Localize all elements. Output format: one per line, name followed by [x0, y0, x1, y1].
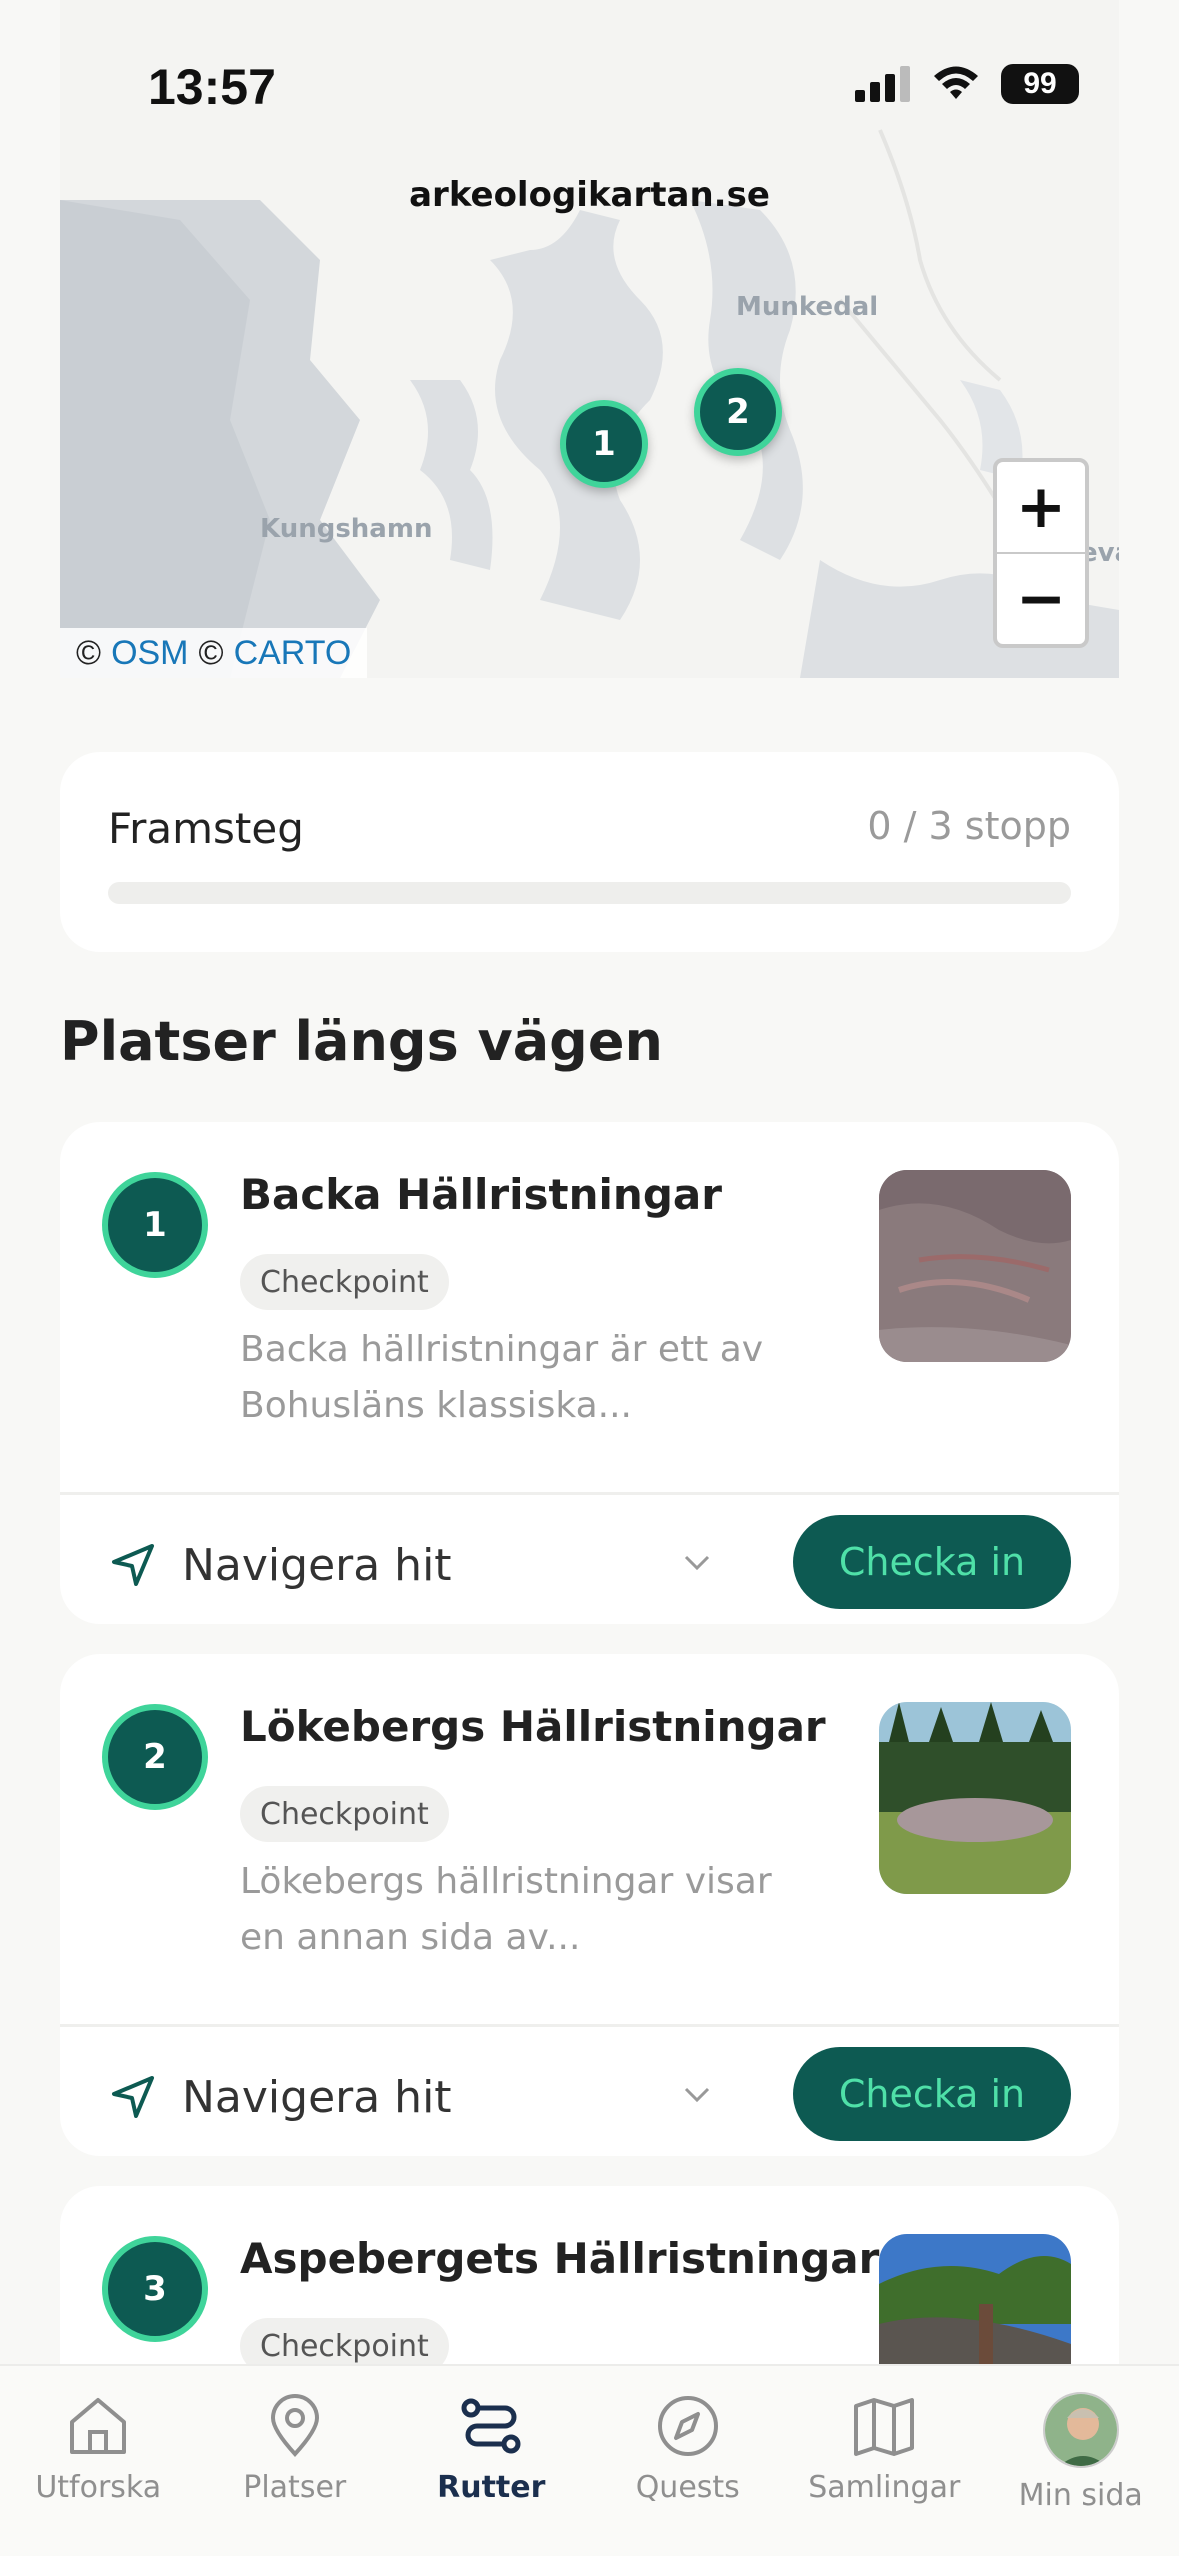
- attribution-copyright: ©: [76, 633, 102, 672]
- status-time: 13:57: [148, 59, 276, 115]
- progress-count: 0 / 3 stopp: [867, 804, 1071, 848]
- nav-label: Quests: [635, 2470, 740, 2505]
- place-number-badge: 1: [102, 1172, 208, 1278]
- carto-link[interactable]: CARTO: [234, 634, 352, 673]
- profile-photo: [1044, 2394, 1117, 2466]
- battery-indicator: 99: [1001, 64, 1079, 104]
- nav-label: Rutter: [437, 2470, 546, 2505]
- zoom-in-button[interactable]: +: [997, 462, 1085, 552]
- chevron-down-icon[interactable]: [680, 1545, 714, 1579]
- place-number-badge: 3: [102, 2236, 208, 2342]
- rock-carving-image: [879, 1170, 1071, 1362]
- navigation-arrow-icon: [112, 1544, 154, 1586]
- map-marker-1[interactable]: 1: [560, 400, 648, 488]
- progress-title: Framsteg: [108, 804, 304, 853]
- checkpoint-tag: Checkpoint: [240, 1254, 449, 1310]
- navigate-button[interactable]: Navigera hit: [108, 2057, 452, 2137]
- nav-label: Min sida: [1018, 2478, 1143, 2513]
- section-title: Platser längs vägen: [60, 1010, 663, 1073]
- wifi-icon: [934, 66, 978, 99]
- nav-label: Platser: [243, 2470, 347, 2505]
- place-card-1[interactable]: 1 Backa Hällristningar Checkpoint Backa …: [60, 1122, 1119, 1624]
- place-description: Lökebergs hällristningar visar en annan …: [240, 1861, 772, 1958]
- nav-label: Samlingar: [808, 2470, 961, 2505]
- place-description: Backa hällristningar är ett av Bohusläns…: [240, 1329, 764, 1426]
- nav-tab-min-sida[interactable]: Min sida: [983, 2366, 1179, 2556]
- location-pin-icon: [270, 2394, 319, 2457]
- place-name: Lökebergs Hällristningar: [240, 1702, 826, 1751]
- place-name: Backa Hällristningar: [240, 1170, 722, 1219]
- map-source-url: arkeologikartan.se: [409, 175, 770, 215]
- osm-link[interactable]: OSM: [111, 634, 188, 673]
- navigation-arrow-icon: [112, 2076, 154, 2118]
- checkin-button[interactable]: Checka in: [793, 2047, 1071, 2141]
- map-marker-2[interactable]: 2: [694, 368, 782, 456]
- checkpoint-tag: Checkpoint: [240, 1786, 449, 1842]
- chevron-down-icon[interactable]: [680, 2077, 714, 2111]
- cellular-signal-icon: [855, 66, 910, 102]
- nav-tab-samlingar[interactable]: Samlingar: [786, 2366, 983, 2556]
- nav-tab-platser[interactable]: Platser: [197, 2366, 394, 2556]
- nav-tab-utforska[interactable]: Utforska: [0, 2366, 197, 2556]
- nav-tab-rutter[interactable]: Rutter: [393, 2366, 590, 2556]
- nav-tab-quests[interactable]: Quests: [590, 2366, 787, 2556]
- progress-bar: [108, 882, 1071, 904]
- avatar: [1042, 2392, 1119, 2468]
- map-attribution: © OSM © CARTO: [60, 628, 368, 678]
- checkin-button[interactable]: Checka in: [793, 1515, 1071, 1609]
- zoom-control: + −: [993, 458, 1089, 648]
- attribution-copyright-2: ©: [198, 633, 224, 672]
- map-label-kungshamn: Kungshamn: [260, 514, 433, 544]
- navigate-label: Navigera hit: [182, 1539, 452, 1591]
- route-icon: [461, 2398, 521, 2454]
- place-name: Aspebergets Hällristningar: [240, 2234, 880, 2283]
- place-actions: Navigera hit Checka in: [60, 1492, 1119, 1624]
- home-icon: [70, 2398, 127, 2454]
- status-bar: 13:57 99: [0, 0, 1179, 170]
- status-icons: 99: [855, 64, 1079, 104]
- map-label-munkedal: Munkedal: [736, 292, 879, 322]
- map-icon: [854, 2398, 915, 2456]
- compass-icon: [657, 2396, 718, 2456]
- place-thumbnail[interactable]: [879, 1170, 1071, 1362]
- place-thumbnail[interactable]: [879, 1702, 1071, 1894]
- zoom-out-button[interactable]: −: [997, 552, 1085, 644]
- place-actions: Navigera hit Checka in: [60, 2024, 1119, 2156]
- place-card-2[interactable]: 2 Lökebergs Hällristningar Checkpoint Lö…: [60, 1654, 1119, 2156]
- navigate-button[interactable]: Navigera hit: [108, 1525, 452, 1605]
- nav-label: Utforska: [35, 2470, 162, 2505]
- place-number-badge: 2: [102, 1704, 208, 1810]
- bottom-navigation: Utforska Platser Rutter Quests Samlingar: [0, 2364, 1179, 2556]
- navigate-label: Navigera hit: [182, 2071, 452, 2123]
- forest-rock-image: [879, 1702, 1071, 1894]
- progress-card: Framsteg 0 / 3 stopp: [60, 752, 1119, 952]
